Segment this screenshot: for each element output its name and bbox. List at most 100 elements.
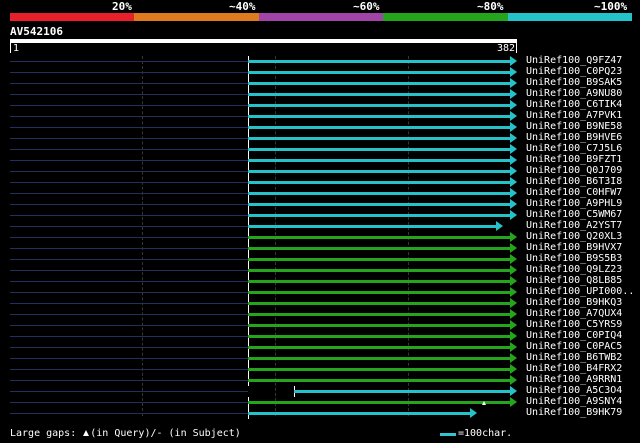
unaligned-line [10, 237, 248, 238]
hit-bar [248, 225, 497, 228]
arrow-right-icon [510, 144, 517, 154]
arrow-right-icon [510, 155, 517, 165]
hit-bar [248, 236, 510, 239]
arrow-right-icon [510, 320, 517, 330]
unaligned-line [10, 413, 248, 414]
gaps-query: (in Query)/ [90, 428, 157, 439]
hit-bar [248, 302, 510, 305]
unaligned-line [10, 149, 248, 150]
arrow-right-icon [510, 56, 517, 66]
legend-band-4 [383, 13, 508, 21]
large-gaps-legend: Large gaps: (in Query)/- (in Subject) [10, 428, 241, 440]
gaps-subject: - (in Subject) [156, 428, 241, 439]
legend-label-20: 20% [112, 0, 132, 13]
unaligned-line [10, 204, 248, 205]
unaligned-line [10, 358, 248, 359]
hit-bar [248, 148, 510, 151]
query-gap-icon [482, 401, 486, 405]
hit-bar [294, 390, 510, 393]
hit-bar [248, 126, 510, 129]
arrow-right-icon [510, 122, 517, 132]
hit-bar [248, 346, 510, 349]
hit-bar [248, 324, 510, 327]
hit-bar [248, 203, 510, 206]
arrow-right-icon [510, 210, 517, 220]
hit-bar [248, 379, 510, 382]
scale-label: =100char. [458, 428, 513, 439]
arrow-right-icon [510, 265, 517, 275]
hit-bar [248, 247, 510, 250]
unaligned-line [10, 259, 248, 260]
unaligned-line [10, 270, 248, 271]
hit-bar [248, 192, 510, 195]
arrow-right-icon [510, 133, 517, 143]
hit-bar [248, 291, 510, 294]
legend-band-2 [134, 13, 259, 21]
hit-bar [248, 137, 510, 140]
hit-label[interactable]: UniRef100_B9HK79 [526, 407, 622, 419]
unaligned-line [10, 193, 248, 194]
arrow-right-icon [510, 276, 517, 286]
unaligned-line [10, 380, 248, 381]
legend-label-100: ~100% [594, 0, 628, 13]
hit-row[interactable]: UniRef100_B9HK79 [0, 407, 640, 419]
query-start: 1 [13, 43, 20, 54]
unaligned-line [10, 402, 248, 403]
arrow-right-icon [510, 353, 517, 363]
legend-label-60: ~60% [353, 0, 380, 13]
query-bar [10, 39, 517, 43]
query-end-tick [516, 43, 517, 53]
hit-bar [248, 93, 510, 96]
hit-bar [248, 368, 510, 371]
legend-label-40: ~40% [229, 0, 256, 13]
hit-bar [248, 60, 510, 63]
hit-bar [248, 170, 510, 173]
scale-bar [440, 433, 456, 436]
legend-label-80: ~80% [477, 0, 504, 13]
unaligned-line [10, 248, 248, 249]
unaligned-line [10, 94, 248, 95]
hit-bar [248, 71, 510, 74]
query-end: 382 [497, 43, 516, 54]
legend-band-5 [507, 13, 632, 21]
unaligned-line [10, 369, 248, 370]
arrow-right-icon [510, 166, 517, 176]
unaligned-line [10, 347, 248, 348]
query-id: AV542106 [10, 25, 63, 38]
hit-bar [248, 104, 510, 107]
unaligned-line [10, 336, 248, 337]
arrow-right-icon [510, 375, 517, 385]
query-start-tick [10, 43, 11, 53]
unaligned-line [10, 72, 248, 73]
hit-bar [248, 82, 510, 85]
unaligned-line [10, 226, 248, 227]
hit-bar [248, 181, 510, 184]
arrow-right-icon [510, 298, 517, 308]
arrow-right-icon [510, 100, 517, 110]
arrow-right-icon [510, 188, 517, 198]
hit-bar [248, 258, 510, 261]
arrow-right-icon [510, 342, 517, 352]
unaligned-line [10, 303, 248, 304]
arrow-right-icon [510, 232, 517, 242]
unaligned-line [10, 171, 248, 172]
query-gap-icon [83, 430, 90, 436]
unaligned-line [10, 83, 248, 84]
unaligned-line [10, 182, 248, 183]
arrow-right-icon [510, 111, 517, 121]
unaligned-line [10, 138, 248, 139]
arrow-right-icon [510, 243, 517, 253]
arrow-right-icon [510, 397, 517, 407]
arrow-right-icon [510, 254, 517, 264]
unaligned-line [10, 61, 248, 62]
hit-bar [248, 357, 510, 360]
arrow-right-icon [470, 408, 478, 418]
hit-bar [248, 159, 510, 162]
hit-bar [248, 335, 510, 338]
arrow-right-icon [510, 78, 517, 88]
unaligned-line [10, 160, 248, 161]
arrow-right-icon [510, 199, 517, 209]
arrow-right-icon [496, 221, 504, 231]
gaps-prefix: Large gaps: [10, 428, 77, 439]
hit-bar [248, 313, 510, 316]
